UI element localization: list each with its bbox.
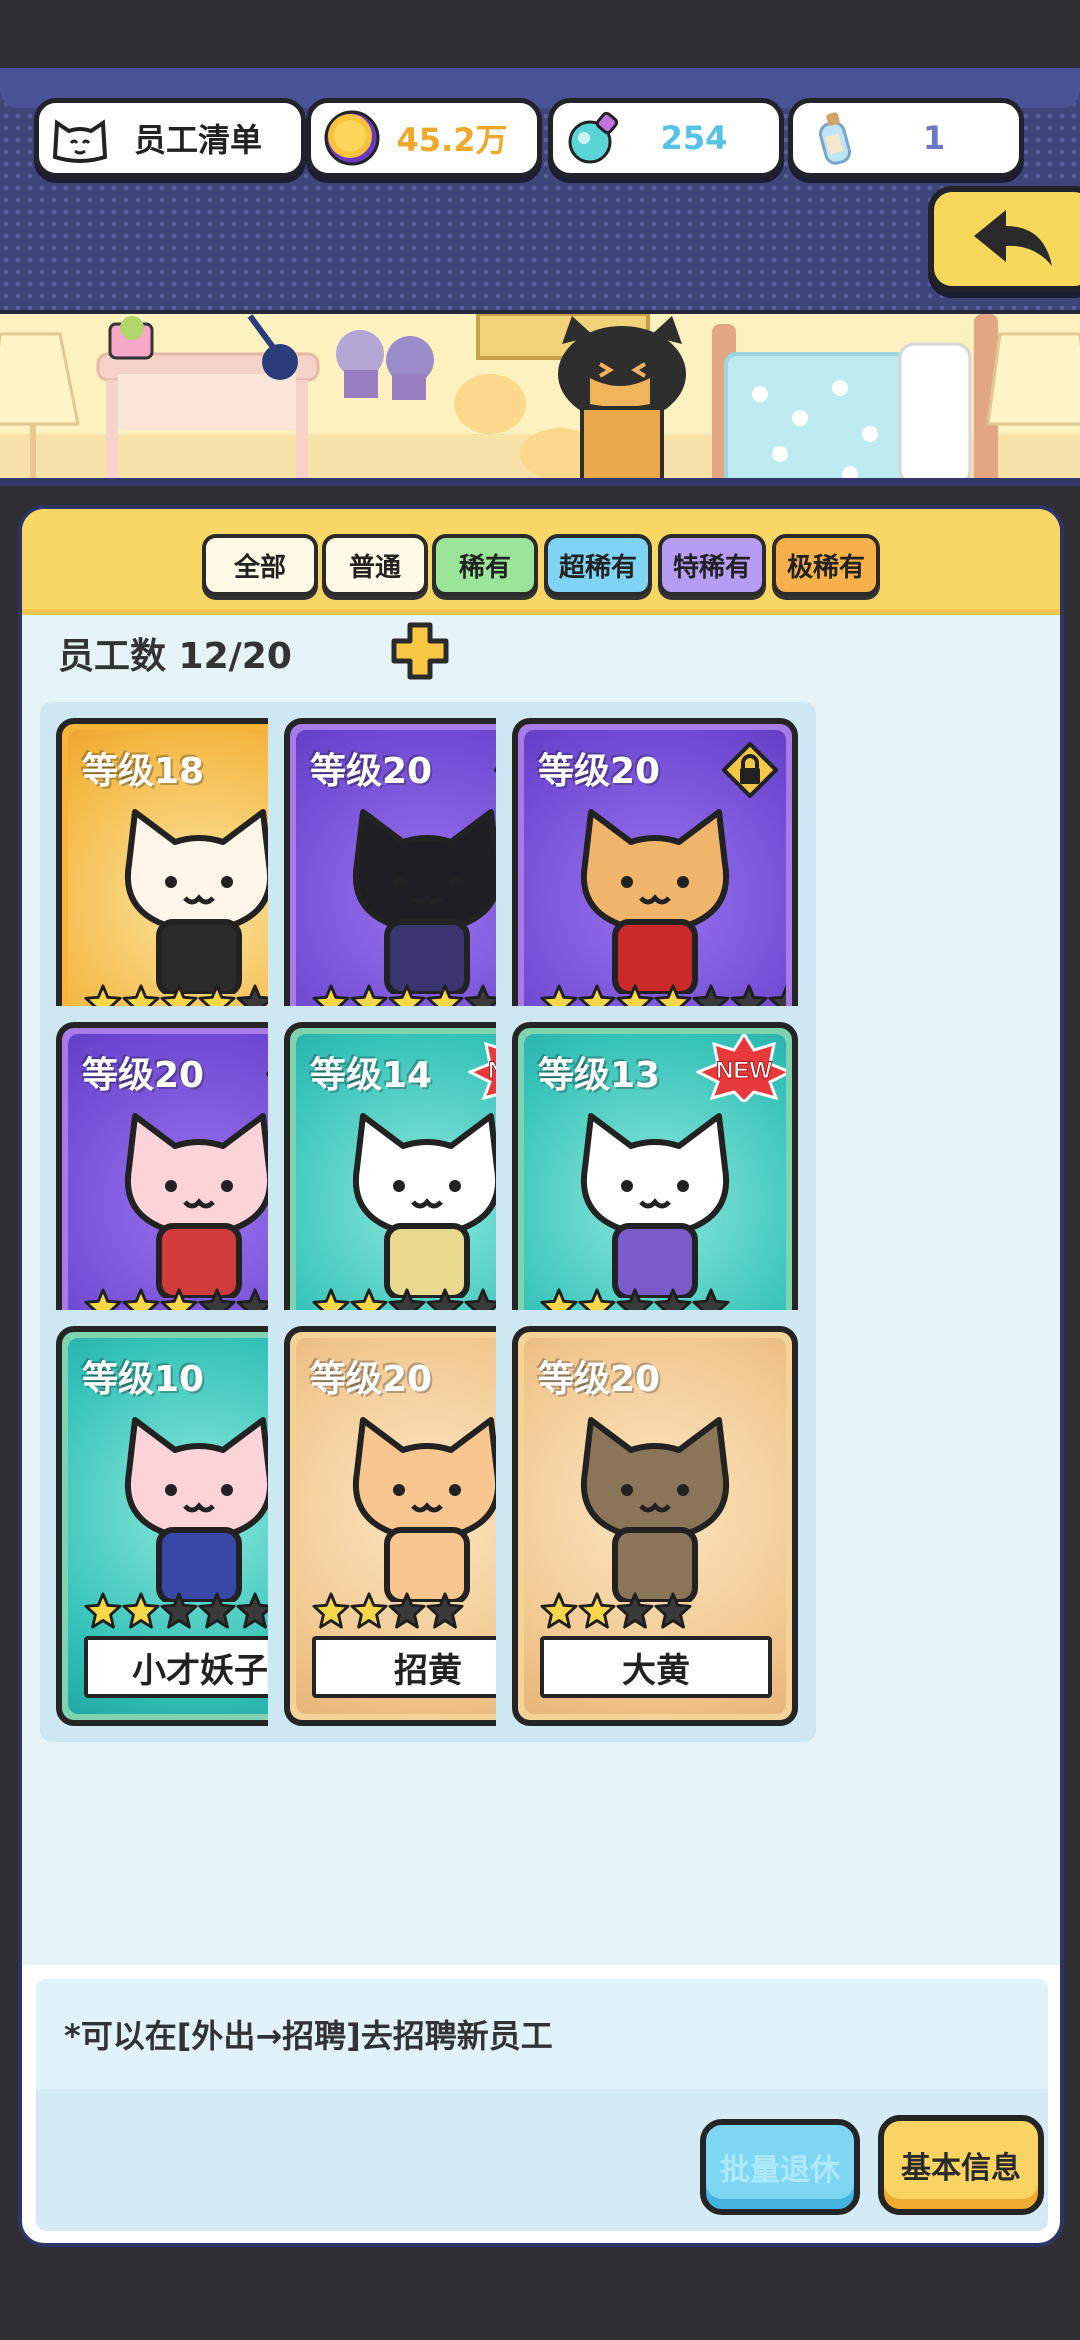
- filter-tab-rare[interactable]: 稀有: [432, 534, 538, 596]
- star-rating: [540, 1592, 692, 1630]
- filter-tab-all[interactable]: 全部: [202, 534, 318, 596]
- star-icon: [426, 1592, 464, 1629]
- card-level: 等级20: [538, 751, 661, 792]
- card-level: 等级20: [538, 1359, 661, 1400]
- batch-retire-button[interactable]: 批量退休: [700, 2119, 860, 2215]
- card-level: 等级10: [82, 1359, 205, 1400]
- bottom-bar: [0, 2268, 1080, 2340]
- filter-tab-special-rare[interactable]: 特稀有: [658, 534, 766, 596]
- bottle-value: 1: [922, 119, 946, 157]
- staff-card-cell: 等级20 大黄: [496, 1310, 816, 1742]
- star-icon: [160, 1592, 198, 1629]
- staff-panel: 全部 普通 稀有 超稀有 特稀有 极稀有 员工数 12/20 等级18仙草王等级…: [18, 505, 1064, 2247]
- star-icon: [122, 1592, 160, 1629]
- back-arrow-icon: [974, 210, 1052, 266]
- star-rating: [84, 1592, 274, 1630]
- footer-area: *可以在[外出→招聘]去招聘新员工 批量退休 基本信息: [36, 1979, 1048, 2231]
- card-portrait: 等级20 大黄: [524, 1338, 786, 1714]
- card-level: 等级14: [310, 1055, 433, 1096]
- title-text: 员工清单: [133, 121, 262, 159]
- star-icon: [616, 1592, 654, 1629]
- star-rating: [312, 1592, 464, 1630]
- coin-counter: 45.2万: [306, 98, 542, 178]
- potion-counter: 254: [548, 98, 784, 178]
- plus-icon: [391, 622, 449, 680]
- star-icon: [312, 1592, 350, 1629]
- staff-card-grid: 等级18仙草王等级20劳拉朵兰等级20喵小元等级20亦小圆等级14NEW阿姆斯等…: [22, 694, 1060, 1961]
- rarity-filter-bar: 全部 普通 稀有 超稀有 特稀有 极稀有: [22, 509, 1060, 615]
- card-level: 等级20: [310, 1359, 433, 1400]
- cat-face-icon: [49, 107, 111, 169]
- star-icon: [84, 1592, 122, 1629]
- star-icon: [388, 1592, 426, 1629]
- staff-list-title: 员工清单: [34, 98, 306, 178]
- filter-tab-ultra-rare[interactable]: 极稀有: [772, 534, 880, 596]
- card-level: 等级20: [82, 1055, 205, 1096]
- staff-count: 员工数 12/20: [58, 636, 292, 677]
- card-name: 大黄: [540, 1636, 772, 1698]
- room-scene: [0, 310, 1080, 486]
- card-level: 等级13: [538, 1055, 661, 1096]
- coin-value: 45.2万: [396, 121, 508, 159]
- coin-icon: [321, 107, 383, 169]
- potion-value: 254: [660, 119, 728, 157]
- hint-box: *可以在[外出→招聘]去招聘新员工: [36, 1979, 1048, 2089]
- bottle-counter: 1: [788, 98, 1024, 178]
- staff-card[interactable]: 等级20 大黄: [512, 1326, 798, 1726]
- star-icon: [198, 1592, 236, 1629]
- filter-tab-common[interactable]: 普通: [322, 534, 428, 596]
- filter-tab-super-rare[interactable]: 超稀有: [544, 534, 652, 596]
- star-icon: [540, 1592, 578, 1629]
- card-level: 等级20: [310, 751, 433, 792]
- star-icon: [350, 1592, 388, 1629]
- potion-icon: [563, 107, 625, 169]
- star-icon: [654, 1592, 692, 1629]
- star-icon: [578, 1592, 616, 1629]
- basic-info-button[interactable]: 基本信息: [878, 2115, 1044, 2215]
- message-bottle-icon: [803, 107, 865, 169]
- add-staff-slot-button[interactable]: [390, 621, 450, 681]
- svg-text:NEW: NEW: [716, 1057, 772, 1084]
- back-button[interactable]: [928, 186, 1080, 292]
- recruit-hint: *可以在[外出→招聘]去招聘新员工: [64, 2017, 553, 2055]
- card-level: 等级18: [82, 751, 205, 792]
